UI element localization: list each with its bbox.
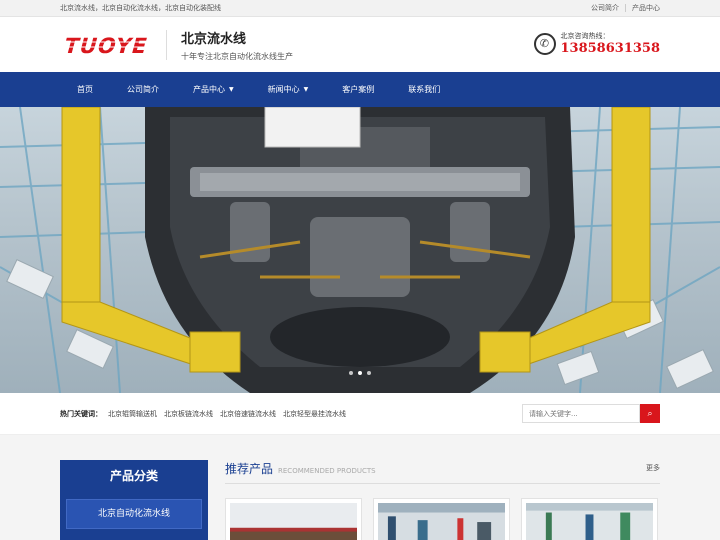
site-slogan: 十年专注北京自动化流水线生产 [181, 51, 293, 61]
site-logo[interactable]: TUOYE [60, 33, 152, 57]
product-card[interactable] [373, 498, 510, 540]
brand-block: 北京流水线 十年专注北京自动化流水线生产 [181, 28, 293, 62]
product-card[interactable] [225, 498, 362, 540]
hotline: ✆ 北京咨询热线： 13858631358 [533, 31, 661, 56]
site-name: 北京流水线 [181, 31, 247, 47]
recommended-products: 推荐产品 RECOMMENDED PRODUCTS 更多 [225, 460, 660, 540]
hot-keywords-bar: 热门关键词： 北京辊筒输送机 北京板链流水线 北京倍速链流水线 北京轻型悬挂流水… [0, 393, 720, 435]
search-icon: ⌕ [647, 408, 653, 418]
nav-item-news[interactable]: 新闻中心 ▼ [251, 72, 326, 107]
banner-image [0, 107, 720, 393]
top-link-products[interactable]: 产品中心 [632, 3, 660, 13]
hotline-number[interactable]: 13858631358 [561, 41, 661, 56]
nav-item-contact[interactable]: 联系我们 [391, 72, 457, 107]
main-nav: 首页 公司简介 产品中心 ▼ 新闻中心 ▼ 客户案例 联系我们 [0, 72, 720, 107]
product-card-list [225, 498, 660, 540]
top-bar: 北京流水线，北京自动化流水线，北京自动化装配线 公司简介 产品中心 [0, 0, 720, 17]
product-image [230, 503, 357, 540]
hotline-label: 北京咨询热线： [560, 32, 610, 40]
top-bar-links: 公司简介 产品中心 [591, 3, 660, 13]
phone-icon: ✆ [533, 32, 556, 55]
section-subtitle: RECOMMENDED PRODUCTS [278, 467, 376, 475]
svg-text:TUOYE: TUOYE [61, 34, 151, 57]
sidebar-title: 产品分类 [109, 469, 158, 483]
chevron-down-icon: ▼ [303, 86, 309, 93]
nav-item-about[interactable]: 公司简介 [110, 72, 176, 107]
product-image [378, 503, 505, 540]
top-link-divider [625, 4, 626, 12]
search-button[interactable]: ⌕ [640, 404, 660, 423]
nav-item-home[interactable]: 首页 [60, 72, 110, 107]
section-header: 推荐产品 RECOMMENDED PRODUCTS 更多 [225, 460, 660, 484]
nav-item-cases[interactable]: 客户案例 [325, 72, 391, 107]
header-divider [166, 29, 167, 60]
hot-keyword-link[interactable]: 北京板链流水线 [164, 409, 213, 419]
product-card[interactable] [521, 498, 658, 540]
section-title: 推荐产品 [225, 462, 274, 476]
banner-pagination [349, 371, 371, 375]
site-header: TUOYE 北京流水线 十年专注北京自动化流水线生产 ✆ 北京咨询热线： 138… [0, 17, 720, 72]
product-image [526, 503, 653, 540]
nav-item-products[interactable]: 产品中心 ▼ [176, 72, 251, 107]
hot-keyword-link[interactable]: 北京轻型悬挂流水线 [283, 409, 346, 419]
chevron-down-icon: ▼ [229, 86, 234, 93]
top-bar-keywords: 北京流水线，北京自动化流水线，北京自动化装配线 [60, 4, 221, 12]
search-box: ⌕ [522, 404, 660, 423]
banner-dot-active[interactable] [358, 371, 362, 375]
more-link[interactable]: 更多 [646, 463, 660, 473]
hero-banner[interactable] [0, 107, 720, 393]
hot-keyword-link[interactable]: 北京辊筒输送机 [108, 409, 157, 419]
hot-keywords-title: 热门关键词： [60, 409, 102, 418]
product-category-sidebar: 产品分类 北京自动化流水线 [60, 460, 208, 540]
search-input[interactable] [522, 404, 640, 423]
banner-dot[interactable] [349, 371, 353, 375]
top-link-about[interactable]: 公司简介 [591, 3, 619, 13]
content-area: 产品分类 北京自动化流水线 推荐产品 RECOMMENDED PRODUCTS … [0, 435, 720, 540]
sidebar-item-automation-line[interactable]: 北京自动化流水线 [66, 499, 202, 529]
banner-dot[interactable] [367, 371, 371, 375]
hot-keyword-link[interactable]: 北京倍速链流水线 [220, 409, 276, 419]
